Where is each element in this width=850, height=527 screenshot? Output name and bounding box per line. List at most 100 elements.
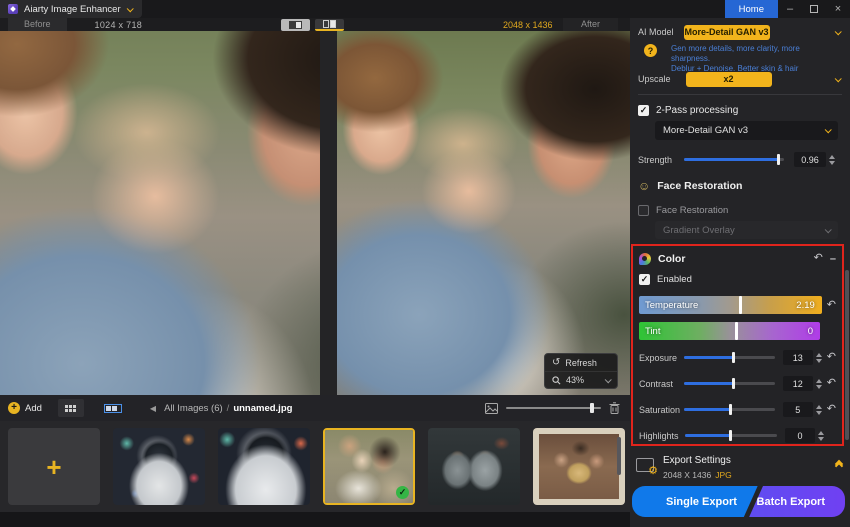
app-menu[interactable]: Aiarty Image Enhancer bbox=[0, 0, 142, 18]
tint-slider[interactable]: Tint 0 bbox=[639, 322, 820, 340]
upscale-value-button[interactable]: x2 bbox=[685, 71, 772, 87]
exposure-handle[interactable] bbox=[732, 352, 736, 363]
breadcrumb-all-images[interactable]: All Images (6) bbox=[164, 403, 223, 414]
before-photo bbox=[0, 31, 320, 395]
before-tab[interactable]: Before bbox=[8, 18, 67, 31]
color-collapse-icon[interactable]: – bbox=[830, 253, 836, 265]
split-view-toggle[interactable] bbox=[281, 18, 310, 31]
side-by-side-view-toggle[interactable] bbox=[315, 18, 344, 31]
thumbnail-astronaut-2[interactable] bbox=[218, 428, 310, 505]
export-settings-row[interactable]: ⚙ Export Settings 2048 X 1436 JPG bbox=[636, 450, 844, 480]
close-button[interactable]: × bbox=[826, 0, 850, 18]
upscale-chevron-icon[interactable] bbox=[834, 74, 842, 82]
current-file-name: unnamed.jpg bbox=[233, 402, 293, 414]
zoom-level-dropdown[interactable]: 43% bbox=[545, 371, 617, 388]
minimize-button[interactable]: – bbox=[778, 0, 802, 18]
saturation-handle[interactable] bbox=[729, 404, 733, 415]
highlights-stepper[interactable] bbox=[818, 430, 824, 441]
before-image[interactable] bbox=[0, 31, 320, 395]
thumbnail-size-slider[interactable] bbox=[506, 403, 601, 413]
tint-row: Tint 0 bbox=[639, 322, 836, 340]
maximize-button[interactable] bbox=[802, 0, 826, 18]
two-pass-model-dropdown[interactable]: More-Detail GAN v3 bbox=[655, 121, 838, 140]
exposure-reset-icon[interactable]: ↶ bbox=[827, 352, 836, 363]
highlights-slider[interactable] bbox=[685, 430, 777, 441]
thumbnail-strip-scrollbar[interactable] bbox=[617, 437, 621, 475]
thumbnail-hoodie-pair[interactable] bbox=[428, 428, 520, 505]
contrast-handle[interactable] bbox=[732, 378, 736, 389]
image-divider bbox=[320, 31, 337, 395]
ai-model-label: AI Model bbox=[638, 27, 674, 37]
contrast-stepper[interactable] bbox=[815, 378, 822, 389]
contrast-value[interactable]: 12 bbox=[782, 376, 813, 391]
palette-icon bbox=[639, 252, 651, 265]
refresh-icon: ↺ bbox=[552, 357, 561, 368]
after-tab[interactable]: After bbox=[563, 18, 619, 31]
two-pass-checkbox[interactable]: ✓ bbox=[638, 104, 649, 116]
saturation-stepper[interactable] bbox=[815, 404, 822, 415]
help-icon[interactable]: ? bbox=[644, 44, 657, 57]
temperature-slider[interactable]: Temperature 2.19 bbox=[639, 296, 822, 314]
strength-row: Strength 0.96 bbox=[638, 152, 840, 167]
export-expand-icon[interactable] bbox=[834, 459, 844, 471]
face-restoration-checkbox[interactable] bbox=[638, 204, 649, 216]
highlights-handle[interactable] bbox=[729, 430, 732, 441]
exposure-slider[interactable] bbox=[684, 352, 775, 363]
two-pass-model-chevron-icon bbox=[824, 126, 832, 134]
contrast-reset-icon[interactable]: ↶ bbox=[827, 378, 836, 389]
strength-value[interactable]: 0.96 bbox=[794, 152, 827, 167]
thumbnail-strip: + ✓ bbox=[0, 421, 630, 512]
thumbnail-add-tile[interactable]: + bbox=[8, 428, 100, 505]
ai-model-description: Gen more details, more clarity, more sha… bbox=[671, 44, 800, 73]
saturation-slider[interactable] bbox=[684, 404, 775, 415]
thumbnail-dog-family[interactable] bbox=[533, 428, 625, 505]
add-button[interactable]: + Add bbox=[8, 402, 42, 414]
tint-handle[interactable] bbox=[734, 322, 738, 340]
zoom-chevron-icon bbox=[604, 375, 612, 383]
bottom-toolbar: + Add ◀ All Images (6) / unnamed.jpg bbox=[0, 395, 630, 421]
highlights-value[interactable]: 0 bbox=[785, 428, 815, 443]
magnifier-icon bbox=[552, 375, 561, 384]
thumbnail-size-icon bbox=[485, 402, 498, 414]
temperature-reset-icon[interactable]: ↶ bbox=[827, 299, 836, 311]
export-resolution: 2048 X 1436 JPG bbox=[663, 470, 732, 480]
after-image[interactable]: ↺ Refresh 43% bbox=[337, 31, 630, 395]
saturation-value[interactable]: 5 bbox=[782, 402, 813, 417]
thumbnail-size-handle[interactable] bbox=[589, 403, 594, 413]
back-arrow-icon[interactable]: ◀ bbox=[150, 404, 156, 413]
face-restoration-header: ☺ Face Restoration bbox=[638, 178, 840, 194]
color-enabled-checkbox[interactable]: ✓ bbox=[639, 274, 650, 285]
refresh-button[interactable]: ↺ Refresh bbox=[545, 354, 617, 371]
temperature-handle[interactable] bbox=[739, 296, 743, 314]
saturation-reset-icon[interactable]: ↶ bbox=[827, 404, 836, 415]
after-photo bbox=[337, 31, 630, 395]
grid-view-button[interactable] bbox=[57, 399, 84, 417]
filmstrip-view-button[interactable] bbox=[98, 399, 128, 417]
add-label: Add bbox=[25, 402, 42, 414]
exposure-value[interactable]: 13 bbox=[782, 350, 813, 365]
home-button[interactable]: Home bbox=[724, 0, 778, 18]
app-window: Aiarty Image Enhancer Home – × Before 10… bbox=[0, 0, 850, 527]
temperature-label: Temperature bbox=[645, 299, 699, 311]
strength-stepper[interactable] bbox=[829, 154, 836, 165]
face-mode-dropdown[interactable]: Gradient Overlay bbox=[655, 221, 838, 239]
thumbnail-selected-family[interactable]: ✓ bbox=[323, 428, 415, 505]
breadcrumb-separator: / bbox=[226, 402, 230, 414]
trash-icon[interactable] bbox=[609, 402, 620, 414]
zoom-level-value: 43% bbox=[566, 375, 585, 385]
maximize-icon bbox=[810, 5, 818, 13]
ai-model-value-button[interactable]: More-Detail GAN v3 bbox=[683, 24, 770, 40]
two-pass-row: ✓ 2-Pass processing bbox=[638, 103, 840, 117]
color-reset-icon[interactable]: ↶ bbox=[814, 253, 823, 264]
app-title: Aiarty Image Enhancer bbox=[24, 3, 121, 15]
exposure-stepper[interactable] bbox=[815, 352, 822, 363]
contrast-slider[interactable] bbox=[684, 378, 775, 389]
upscale-label: Upscale bbox=[638, 74, 671, 84]
ai-model-desc-row: ? Gen more details, more clarity, more s… bbox=[638, 44, 840, 74]
panel-scrollbar[interactable] bbox=[845, 270, 849, 440]
thumbnail-astronaut-1[interactable] bbox=[113, 428, 205, 505]
strength-slider[interactable] bbox=[684, 154, 785, 165]
strength-handle[interactable] bbox=[777, 154, 781, 165]
ai-model-chevron-icon[interactable] bbox=[834, 27, 842, 35]
selected-check-icon: ✓ bbox=[396, 486, 409, 499]
